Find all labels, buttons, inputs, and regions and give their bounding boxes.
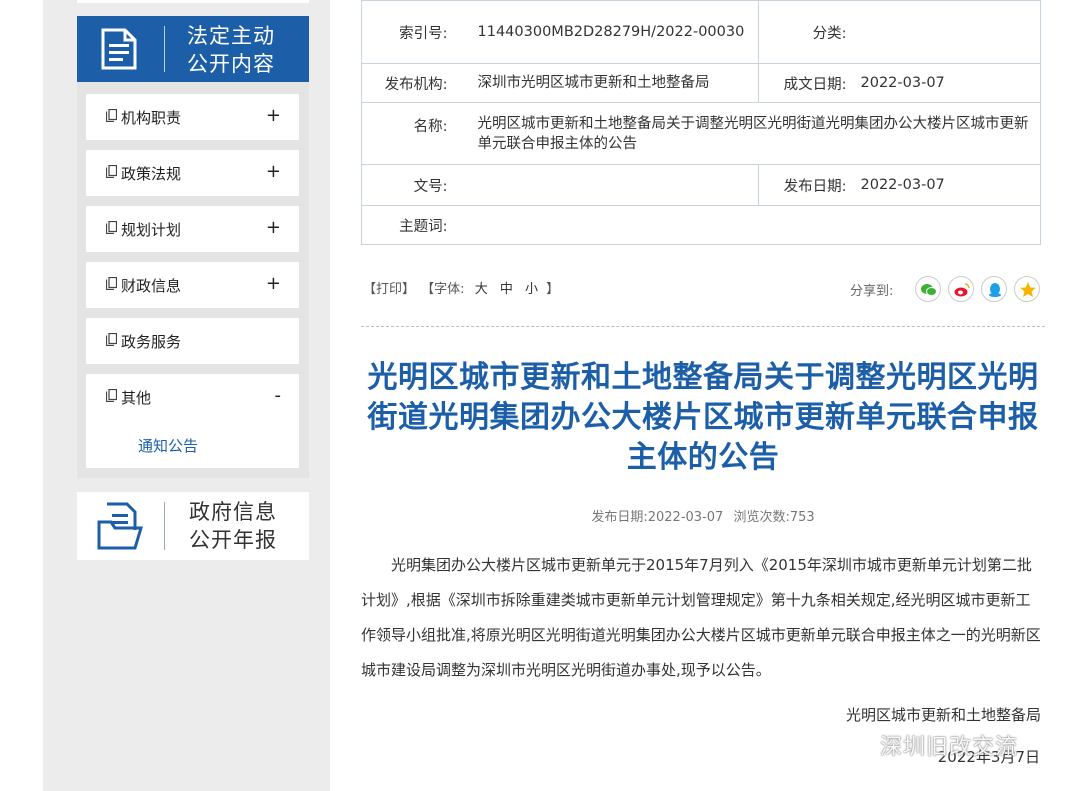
name-value: 光明区城市更新和土地整备局关于调整光明区光明街道光明集团办公大楼片区城市更新单元… (463, 102, 1041, 165)
sidebar-item-plans[interactable]: 规划计划 + (86, 206, 299, 252)
folder-document-icon (97, 502, 144, 550)
sidebar-menu: 机构职责 + 政策法规 + 规划计划 + 财政信息 + 政务服务 其他 - 通知… (77, 82, 309, 478)
page-icon (106, 221, 117, 234)
docno-value (463, 164, 759, 206)
expand-icon[interactable]: + (266, 217, 281, 238)
sidebar-item-label: 政策法规 (121, 165, 182, 183)
font-small-button[interactable]: 小 (525, 282, 538, 297)
collapse-icon[interactable]: - (275, 385, 282, 406)
sidebar-item-policies[interactable]: 政策法规 + (86, 150, 299, 196)
page-icon (106, 389, 117, 402)
document-info-table: 索引号: 11440300MB2D28279H/2022-00030 分类: 发… (361, 0, 1041, 245)
article-view-count: 浏览次数:753 (733, 510, 815, 525)
docno-label: 文号: (361, 164, 464, 206)
keywords-label: 主题词: (361, 205, 464, 245)
category-value (858, 0, 1041, 64)
category-label: 分类: (758, 0, 859, 64)
sidebar-item-label: 其他 (121, 389, 152, 407)
sidebar-item-finance[interactable]: 财政信息 + (86, 262, 299, 308)
sidebar-item-label: 财政信息 (121, 277, 182, 295)
sidebar-item-institution-duties[interactable]: 机构职责 + (86, 94, 299, 140)
qq-icon[interactable] (981, 276, 1007, 302)
page-icon (106, 277, 117, 290)
index-label: 索引号: (361, 0, 464, 64)
font-large-button[interactable]: 大 (475, 282, 488, 297)
sidebar-item-other[interactable]: 其他 - 通知公告 (86, 374, 299, 468)
sidebar-item-label: 政务服务 (121, 333, 182, 351)
signature-organization: 光明区城市更新和土地整备局 (845, 706, 1041, 724)
created-date-value: 2022-03-07 (858, 63, 1041, 103)
pub-date-label: 发布日期: (758, 164, 859, 206)
expand-icon[interactable]: + (266, 273, 281, 294)
index-value: 11440300MB2D28279H/2022-00030 (463, 0, 759, 64)
weibo-icon[interactable] (948, 276, 974, 302)
sidebar-subitem-notices[interactable]: 通知公告 (138, 435, 198, 456)
document-icon (99, 28, 139, 70)
sidebar-item-label: 规划计划 (121, 221, 182, 239)
font-size-suffix: 】 (546, 282, 560, 297)
banner-divider (164, 502, 165, 550)
name-label: 名称: (361, 102, 464, 165)
page-icon (106, 165, 117, 178)
publisher-label: 发布机构: (361, 63, 464, 103)
watermark-text: 深圳旧改交流 (880, 735, 1019, 760)
share-label: 分享到: (850, 284, 894, 299)
article-toolbar: 【打印】 【字体: 大 中 小 】 (363, 278, 561, 297)
page-icon (106, 109, 117, 122)
print-button[interactable]: 【打印】 (363, 282, 415, 297)
expand-icon[interactable]: + (266, 161, 281, 182)
sidebar-item-label: 机构职责 (121, 109, 182, 127)
separator (361, 326, 1045, 327)
banner-title-line2: 公开年报 (189, 528, 277, 552)
font-medium-button[interactable]: 中 (500, 282, 513, 297)
font-size-prefix: 【字体: (421, 282, 465, 297)
wechat-watermark-icon (837, 732, 874, 757)
keywords-value (463, 205, 1041, 245)
article-title: 光明区城市更新和土地整备局关于调整光明区光明街道光明集团办公大楼片区城市更新单元… (367, 360, 1039, 475)
publisher-value: 深圳市光明区城市更新和土地整备局 (463, 63, 759, 103)
article-meta: 发布日期:2022-03-07 浏览次数:753 (361, 506, 1045, 525)
annual-report-banner[interactable]: 政府信息 公开年报 (77, 492, 309, 560)
created-date-label: 成文日期: (758, 63, 859, 103)
article-body: 光明集团办公大楼片区城市更新单元于2015年7月列入《2015年深圳市城市更新单… (361, 556, 1041, 679)
banner-title-line1: 政府信息 (189, 500, 277, 524)
pub-date-value: 2022-03-07 (858, 164, 1041, 206)
banner-title: 政府信息 公开年报 (189, 498, 304, 554)
banner-divider (164, 26, 165, 72)
article-publish-date: 发布日期:2022-03-07 (591, 510, 724, 525)
sidebar-item-services[interactable]: 政务服务 (86, 318, 299, 364)
sidebar-top-strip (77, 0, 309, 3)
qzone-icon[interactable] (1014, 276, 1040, 302)
banner-title-line1: 法定主动 (187, 24, 275, 48)
wechat-icon[interactable] (915, 276, 941, 302)
expand-icon[interactable]: + (266, 105, 281, 126)
statutory-disclosure-banner[interactable]: 法定主动 公开内容 (77, 16, 309, 82)
banner-title-line2: 公开内容 (187, 52, 275, 76)
page-icon (106, 333, 117, 346)
banner-title: 法定主动 公开内容 (187, 22, 302, 78)
